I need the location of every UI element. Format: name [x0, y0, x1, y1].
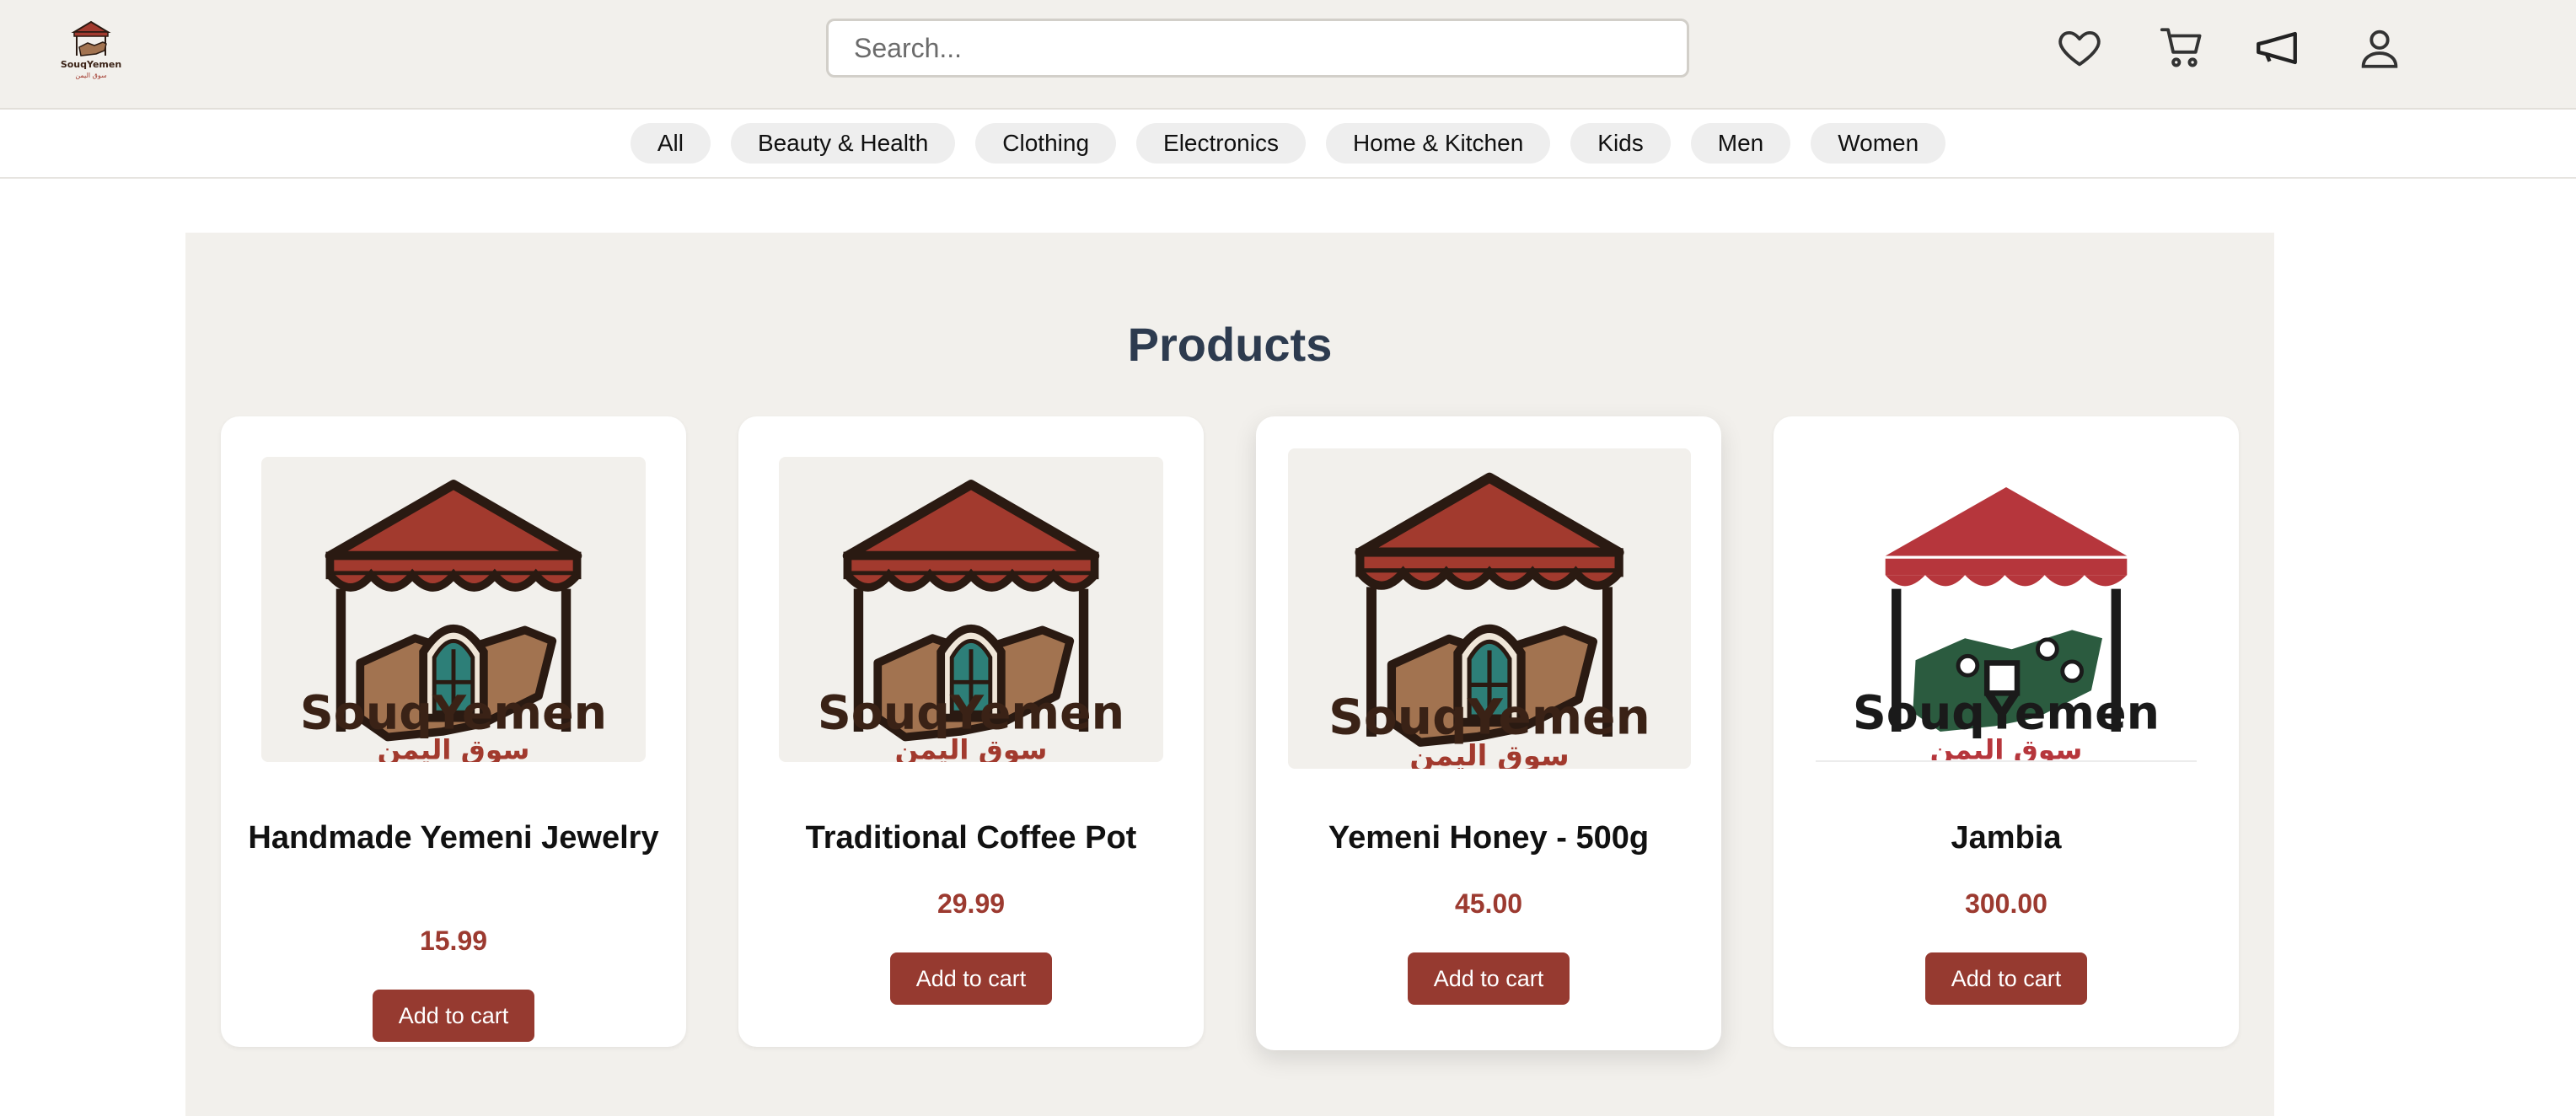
product-name[interactable]: Jambia — [1790, 819, 2222, 856]
category-list: All Beauty & Health Clothing Electronics… — [0, 123, 2576, 164]
category-home-kitchen[interactable]: Home & Kitchen — [1325, 123, 1551, 164]
category-beauty-health[interactable]: Beauty & Health — [730, 123, 956, 164]
heart-icon[interactable] — [2055, 24, 2104, 72]
svg-text:سوق اليمن: سوق اليمن — [1409, 739, 1569, 769]
product-image[interactable]: SouqYemen سوق اليمن — [779, 457, 1163, 762]
product-price: 45.00 — [1454, 888, 1523, 919]
product-name[interactable]: Yemeni Honey - 500g — [1273, 819, 1704, 856]
site-logo[interactable]: SouqYemen سوق اليمن — [57, 19, 125, 83]
category-men[interactable]: Men — [1690, 123, 1791, 164]
image-divider — [1816, 760, 2197, 762]
svg-text:سوق اليمن: سوق اليمن — [895, 734, 1048, 762]
site-header: SouqYemen سوق اليمن — [0, 0, 2576, 110]
product-name[interactable]: Handmade Yemeni Jewelry — [238, 819, 669, 856]
products-section: Products SouqYemen سوق اليمن Handmade Ye… — [185, 233, 2274, 1116]
svg-text:SouqYemen: SouqYemen — [1328, 689, 1650, 746]
svg-text:SouqYemen: SouqYemen — [1853, 687, 2160, 741]
search-input[interactable] — [826, 19, 1689, 78]
product-price: 15.99 — [419, 926, 488, 956]
product-card[interactable]: SouqYemen سوق اليمن Yemeni Honey - 500g … — [1256, 416, 1721, 1050]
svg-text:SouqYemen: SouqYemen — [61, 59, 121, 70]
product-price: 300.00 — [1965, 888, 2047, 919]
product-name[interactable]: Traditional Coffee Pot — [755, 819, 1187, 856]
product-card[interactable]: SouqYemen سوق اليمن Jambia 300.00 Add to… — [1774, 416, 2239, 1047]
category-kids[interactable]: Kids — [1570, 123, 1671, 164]
product-card[interactable]: SouqYemen سوق اليمن Handmade Yemeni Jewe… — [221, 416, 686, 1047]
add-to-cart-button[interactable]: Add to cart — [1925, 952, 2087, 1005]
add-to-cart-button[interactable]: Add to cart — [1408, 952, 1570, 1005]
svg-text:سوق اليمن: سوق اليمن — [75, 72, 107, 79]
add-to-cart-button[interactable]: Add to cart — [890, 952, 1052, 1005]
product-image[interactable]: SouqYemen سوق اليمن — [261, 457, 646, 762]
svg-text:سوق اليمن: سوق اليمن — [378, 734, 530, 762]
category-electronics[interactable]: Electronics — [1136, 123, 1306, 164]
category-all[interactable]: All — [630, 123, 711, 164]
category-clothing[interactable]: Clothing — [975, 123, 1117, 164]
svg-text:سوق اليمن: سوق اليمن — [1930, 734, 2083, 762]
svg-text:SouqYemen: SouqYemen — [818, 687, 1124, 741]
category-bar: All Beauty & Health Clothing Electronics… — [0, 110, 2576, 179]
product-price: 29.99 — [936, 888, 1006, 919]
category-women[interactable]: Women — [1811, 123, 1946, 164]
product-image[interactable]: SouqYemen سوق اليمن — [1288, 448, 1691, 769]
product-card[interactable]: SouqYemen سوق اليمن Traditional Coffee P… — [738, 416, 1204, 1047]
megaphone-icon[interactable] — [2252, 24, 2301, 72]
section-title: Products — [1127, 318, 1333, 371]
add-to-cart-button[interactable]: Add to cart — [373, 990, 534, 1042]
user-icon[interactable] — [2355, 24, 2404, 72]
svg-text:SouqYemen: SouqYemen — [300, 687, 607, 741]
product-image[interactable]: SouqYemen سوق اليمن — [1814, 457, 2198, 762]
cart-icon[interactable] — [2158, 24, 2207, 72]
